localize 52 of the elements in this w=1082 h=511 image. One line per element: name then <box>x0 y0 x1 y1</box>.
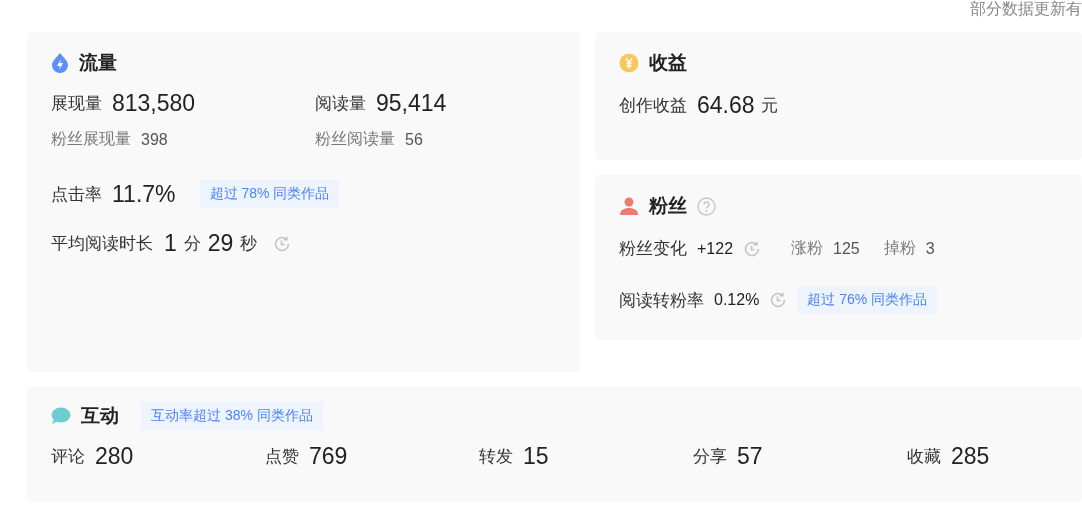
metric-value: 15 <box>523 443 549 470</box>
history-icon[interactable] <box>273 234 292 253</box>
card-title: 收益 <box>649 51 687 75</box>
metric-label: 涨粉 <box>791 238 824 258</box>
duration-unit: 秒 <box>240 233 258 255</box>
card-title: 流量 <box>79 51 117 75</box>
metric-value: 398 <box>141 130 168 149</box>
duration-value: 29 <box>207 230 234 257</box>
metric-label: 掉粉 <box>883 238 916 258</box>
metric-label: 展现量 <box>51 93 102 115</box>
coin-icon <box>619 53 639 73</box>
duration-unit: 分 <box>183 233 201 255</box>
help-icon[interactable] <box>697 196 716 216</box>
metric-label: 点击率 <box>51 183 102 206</box>
metric-label: 阅读量 <box>315 93 366 115</box>
metric-label: 评论 <box>51 446 85 468</box>
metric-value: 3 <box>925 239 935 258</box>
metric-value: +122 <box>697 239 734 258</box>
lightning-drop-icon <box>51 53 69 73</box>
metric-value: 769 <box>309 443 348 470</box>
metric-value: 11.7% <box>112 180 176 208</box>
metric-value: 0.12% <box>714 291 760 309</box>
metric-value: 813,580 <box>112 90 196 117</box>
metric-label: 收藏 <box>907 446 941 468</box>
metric-value: 95,414 <box>376 90 447 117</box>
metric-label: 粉丝变化 <box>619 238 687 260</box>
metric-value: 56 <box>405 130 423 149</box>
metric-label: 粉丝阅读量 <box>315 129 395 149</box>
person-icon <box>619 196 639 216</box>
speech-bubble-icon <box>51 407 71 425</box>
metric-value: 125 <box>833 239 860 258</box>
metric-value: 285 <box>951 443 990 470</box>
metric-value: 64.68 <box>697 92 755 119</box>
metric-label: 平均阅读时长 <box>51 233 153 255</box>
comparison-badge: 超过 78% 同类作品 <box>199 180 340 208</box>
update-note: 部分数据更新有 <box>970 0 1082 18</box>
card-title: 互动 <box>81 404 119 428</box>
metric-label: 点赞 <box>265 446 299 468</box>
metric-label: 创作收益 <box>619 95 687 117</box>
metric-label: 分享 <box>693 446 727 468</box>
history-icon[interactable] <box>743 239 762 258</box>
metric-value: 280 <box>95 443 134 470</box>
currency-unit: 元 <box>760 95 778 117</box>
comparison-badge: 互动率超过 38% 同类作品 <box>141 402 323 430</box>
duration-value: 1 <box>164 230 177 257</box>
metric-label: 粉丝展现量 <box>51 129 131 149</box>
metric-value: 57 <box>737 443 763 470</box>
metric-label: 阅读转粉率 <box>619 289 704 312</box>
metric-label: 转发 <box>479 446 513 468</box>
comparison-badge: 超过 76% 同类作品 <box>797 286 938 314</box>
card-title: 粉丝 <box>649 194 687 218</box>
history-icon[interactable] <box>769 291 788 309</box>
